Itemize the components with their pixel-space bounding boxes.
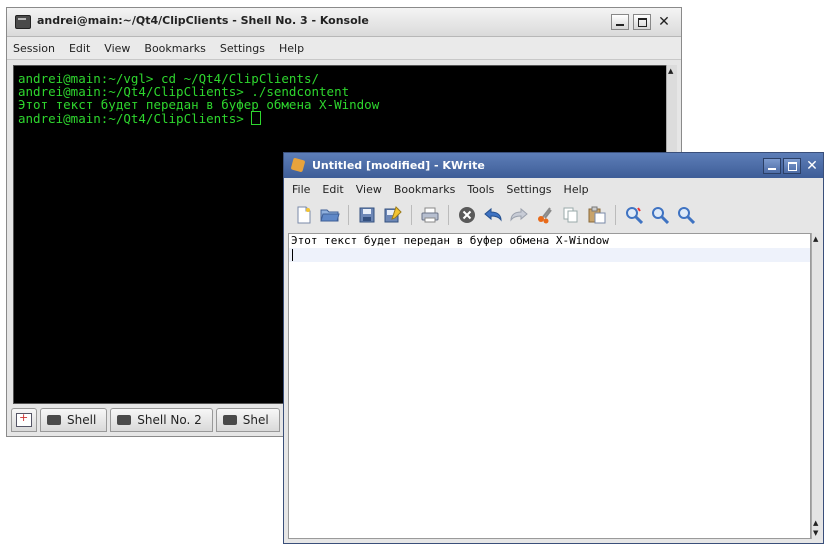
tab-shell[interactable]: Shell — [40, 408, 108, 432]
save-button[interactable] — [357, 205, 377, 225]
close-document-button[interactable] — [457, 205, 477, 225]
redo-button[interactable] — [509, 205, 529, 225]
undo-icon — [484, 207, 502, 222]
editor-text-line: Этот текст будет передан в буфер обмена … — [291, 234, 609, 247]
kwrite-window: Untitled [modified] - KWrite ✕ File Edit… — [283, 152, 824, 544]
konsole-title: andrei@main:~/Qt4/ClipClients - Shell No… — [37, 14, 369, 27]
tab-shell-no-3[interactable]: Shel — [215, 408, 280, 432]
menu-view[interactable]: View — [104, 42, 130, 55]
terminal-icon — [47, 415, 61, 425]
save-as-icon — [384, 206, 402, 223]
menu-tools[interactable]: Tools — [467, 183, 494, 196]
kwrite-toolbar — [284, 200, 823, 230]
toolbar-separator — [448, 205, 449, 225]
kwrite-title: Untitled [modified] - KWrite — [312, 159, 485, 172]
terminal-prompt: andrei@main:~/Qt4/ClipClients> — [18, 111, 252, 126]
menu-settings[interactable]: Settings — [506, 183, 551, 196]
konsole-maximize-button[interactable] — [633, 14, 651, 30]
menu-edit[interactable]: Edit — [322, 183, 343, 196]
cut-icon — [538, 207, 552, 224]
menu-session[interactable]: Session — [13, 42, 55, 55]
tab-label: Shell — [67, 413, 97, 427]
kwrite-app-icon — [290, 157, 306, 173]
copy-button[interactable] — [561, 205, 581, 225]
terminal-cursor — [251, 111, 262, 125]
editor-current-line — [289, 248, 810, 262]
kwrite-maximize-button[interactable] — [783, 158, 801, 174]
zoom-out-button[interactable] — [676, 205, 696, 225]
menu-edit[interactable]: Edit — [69, 42, 90, 55]
terminal-icon — [222, 415, 237, 425]
zoom-in-button[interactable] — [650, 205, 670, 225]
save-icon — [359, 207, 375, 223]
new-session-icon — [16, 411, 32, 427]
scroll-up-icon[interactable]: ▲ — [813, 519, 818, 527]
new-document-button[interactable] — [294, 205, 314, 225]
text-editor[interactable]: Этот текст будет передан в буфер обмена … — [288, 233, 811, 539]
konsole-tabbar: Shell Shell No. 2 Shel — [11, 408, 280, 432]
terminal-icon — [15, 15, 31, 29]
save-as-button[interactable] — [383, 205, 403, 225]
new-document-icon — [297, 206, 311, 224]
terminal-icon — [117, 415, 132, 425]
find-button[interactable] — [624, 205, 644, 225]
open-button[interactable] — [320, 205, 340, 225]
kwrite-titlebar[interactable]: Untitled [modified] - KWrite ✕ — [284, 153, 823, 178]
konsole-minimize-button[interactable] — [611, 14, 629, 30]
tab-label: Shel — [242, 413, 269, 427]
zoom-out-icon — [678, 207, 695, 224]
print-button[interactable] — [420, 205, 440, 225]
kwrite-minimize-button[interactable] — [763, 158, 781, 174]
menu-help[interactable]: Help — [564, 183, 589, 196]
menu-help[interactable]: Help — [279, 42, 304, 55]
tab-label: Shell No. 2 — [137, 413, 202, 427]
new-session-button[interactable] — [11, 408, 37, 432]
undo-button[interactable] — [483, 205, 503, 225]
toolbar-separator — [615, 205, 616, 225]
menu-settings[interactable]: Settings — [220, 42, 265, 55]
close-document-icon — [459, 207, 475, 223]
menu-file[interactable]: File — [292, 183, 310, 196]
scroll-up-icon[interactable]: ▲ — [813, 235, 818, 243]
open-folder-icon — [320, 209, 340, 222]
terminal-prompt-line: andrei@main:~/Qt4/ClipClients> — [18, 111, 662, 125]
toolbar-separator — [411, 205, 412, 225]
konsole-titlebar[interactable]: andrei@main:~/Qt4/ClipClients - Shell No… — [7, 8, 681, 37]
zoom-in-icon — [652, 207, 669, 224]
kwrite-menubar: File Edit View Bookmarks Tools Settings … — [284, 178, 823, 200]
redo-icon — [510, 207, 528, 222]
paste-icon — [588, 206, 606, 224]
kwrite-close-button[interactable]: ✕ — [803, 158, 821, 174]
find-icon — [626, 207, 643, 224]
terminal-line: Этот текст будет передан в буфер обмена … — [18, 97, 380, 112]
text-caret — [292, 249, 293, 261]
paste-button[interactable] — [587, 205, 607, 225]
scroll-down-icon[interactable]: ▼ — [813, 529, 818, 537]
konsole-menubar: Session Edit View Bookmarks Settings Hel… — [7, 37, 681, 60]
menu-bookmarks[interactable]: Bookmarks — [394, 183, 455, 196]
editor-scrollbar[interactable]: ▲ ▲ ▼ — [811, 233, 822, 539]
konsole-close-button[interactable]: ✕ — [655, 14, 673, 30]
cut-button[interactable] — [535, 205, 555, 225]
copy-icon — [563, 207, 578, 223]
menu-view[interactable]: View — [356, 183, 382, 196]
print-icon — [421, 207, 439, 223]
tab-shell-no-2[interactable]: Shell No. 2 — [110, 408, 213, 432]
menu-bookmarks[interactable]: Bookmarks — [144, 42, 205, 55]
toolbar-separator — [348, 205, 349, 225]
